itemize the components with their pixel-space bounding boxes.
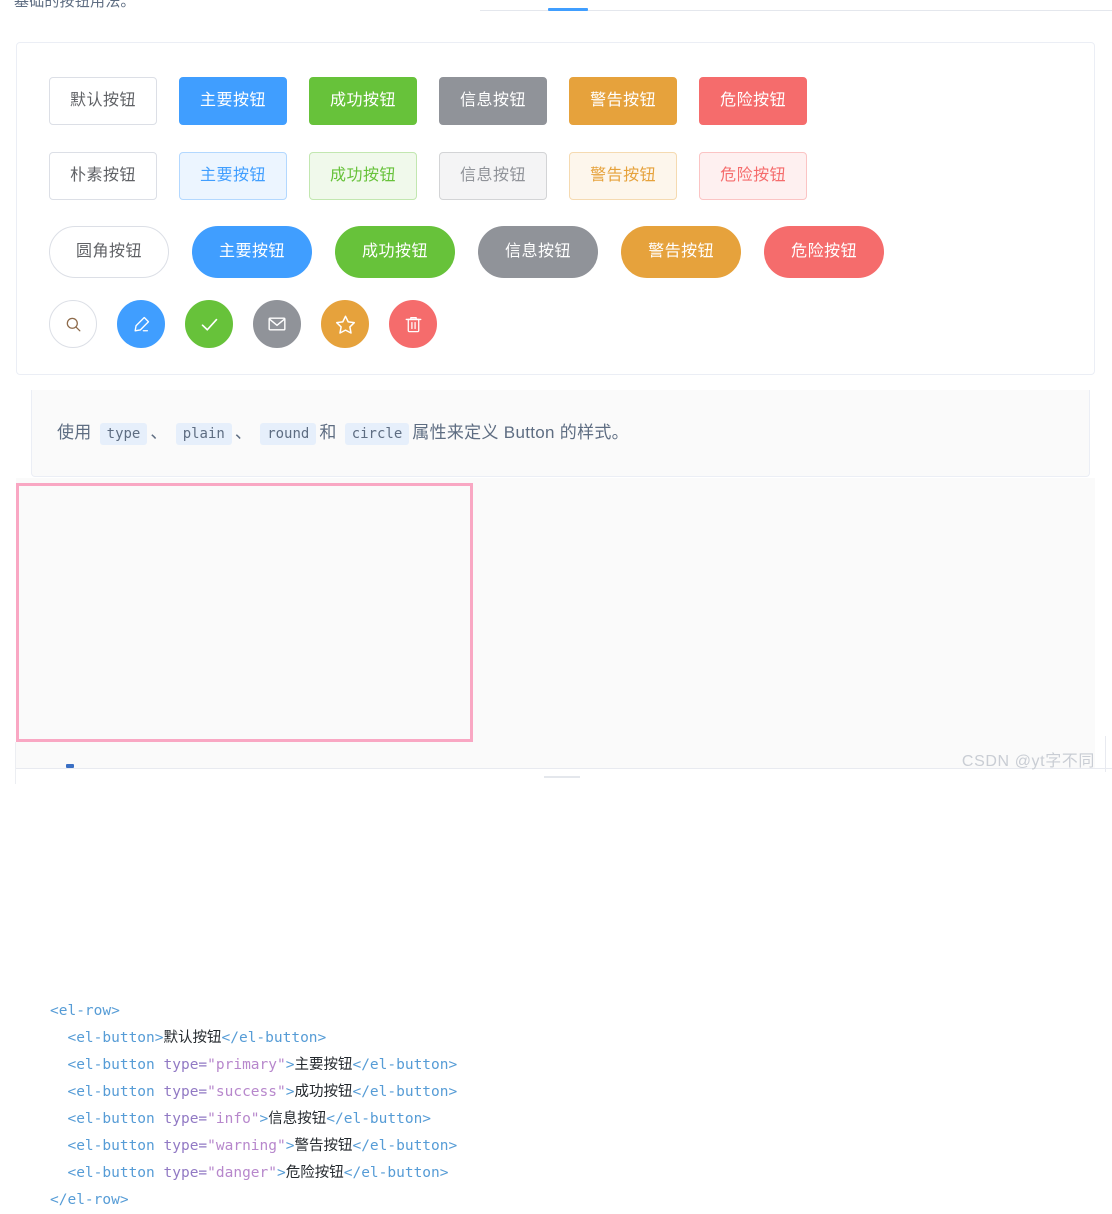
bottom-partial-text [544, 776, 580, 782]
button-circle-message[interactable] [253, 300, 301, 348]
button-circle-check[interactable] [185, 300, 233, 348]
code-token-tag: </el-button> [352, 1137, 458, 1154]
code-token-tag: > [285, 1056, 295, 1073]
code-token-text: 默认按钮 [163, 1029, 222, 1046]
code-token-tag: > [285, 1083, 295, 1100]
content-right-edge [1105, 736, 1106, 772]
code-token-attr: type= [163, 1164, 208, 1181]
code-token-tag: <el-button [67, 1110, 164, 1127]
code-token-attr: type= [163, 1137, 208, 1154]
partial-link-mark[interactable] [66, 764, 74, 768]
code-token-tag: <el-row> [50, 1002, 120, 1019]
button-round-danger[interactable]: 危险按钮 [764, 226, 885, 278]
demo-description-text: 使用 type、 plain、 round 和 circle 属性来定义 Butto… [57, 420, 629, 447]
button-circle-star[interactable] [321, 300, 369, 348]
code-sample[interactable]: <el-row> <el-button>默认按钮</el-button> <el… [50, 998, 457, 1214]
section-description-fragment: 基础的按钮用法。 [14, 0, 136, 10]
code-token-val: "info" [207, 1110, 260, 1127]
code-chip-circle: circle [344, 423, 410, 445]
button-primary[interactable]: 主要按钮 [179, 77, 288, 125]
code-token-tag: </el-button> [221, 1029, 327, 1046]
check-icon [199, 314, 220, 335]
code-chip-plain: plain [175, 423, 232, 445]
description-lead: 使用 [57, 423, 92, 442]
description-sep-1: 、 [150, 423, 168, 442]
code-token-tag: > [285, 1137, 295, 1154]
code-token-attr: type= [163, 1056, 208, 1073]
button-circle-edit[interactable] [117, 300, 165, 348]
code-token-tag: <el-button> [67, 1029, 164, 1046]
code-token-tag: </el-row> [50, 1191, 129, 1208]
button-row-plain: 朴素按钮 主要按钮 成功按钮 信息按钮 警告按钮 危险按钮 [49, 152, 829, 200]
code-token-tag: <el-button [67, 1083, 164, 1100]
button-plain-default[interactable]: 朴素按钮 [49, 152, 158, 200]
delete-icon [404, 315, 423, 334]
button-circle-delete[interactable] [389, 300, 437, 348]
button-circle-search[interactable] [49, 300, 97, 348]
button-plain-info[interactable]: 信息按钮 [439, 152, 548, 200]
code-token-tag: <el-button [67, 1056, 164, 1073]
button-info[interactable]: 信息按钮 [439, 77, 548, 125]
code-token-text: 警告按钮 [294, 1137, 353, 1154]
button-danger[interactable]: 危险按钮 [699, 77, 808, 125]
button-default[interactable]: 默认按钮 [49, 77, 158, 125]
code-token-tag: <el-button [67, 1137, 164, 1154]
button-plain-primary[interactable]: 主要按钮 [179, 152, 288, 200]
code-token-val: "danger" [207, 1164, 277, 1181]
code-token-tag: </el-button> [343, 1164, 449, 1181]
code-token-tag: > [277, 1164, 286, 1181]
watermark: CSDN @yt字不同 [961, 753, 1095, 770]
star-icon [335, 314, 356, 335]
active-tab-indicator[interactable] [548, 8, 588, 11]
code-token-tag: </el-button> [326, 1110, 432, 1127]
code-token-text: 成功按钮 [294, 1083, 353, 1100]
button-round-warning[interactable]: 警告按钮 [621, 226, 742, 278]
description-tail: 属性来定义 Button 的样式。 [412, 423, 629, 442]
code-token-val: "primary" [207, 1056, 286, 1073]
code-chip-type: type [99, 423, 148, 445]
code-token-attr: type= [163, 1083, 208, 1100]
button-plain-success[interactable]: 成功按钮 [309, 152, 418, 200]
edit-icon [132, 315, 151, 334]
code-sample-area: <el-row> <el-button>默认按钮</el-button> <el… [16, 478, 1095, 1208]
demo-description-box: 使用 type、 plain、 round 和 circle 属性来定义 Butto… [31, 390, 1090, 477]
button-plain-danger[interactable]: 危险按钮 [699, 152, 808, 200]
top-strip: 基础的按钮用法。 [0, 0, 1112, 24]
button-success[interactable]: 成功按钮 [309, 77, 418, 125]
button-row-basic: 默认按钮 主要按钮 成功按钮 信息按钮 警告按钮 危险按钮 [49, 77, 829, 125]
code-token-tag: <el-button [67, 1164, 164, 1181]
code-token-val: "warning" [207, 1137, 286, 1154]
code-token-attr: type= [163, 1110, 208, 1127]
code-token-tag: </el-button> [352, 1083, 458, 1100]
code-token-tag: > [259, 1110, 269, 1127]
code-token-text: 危险按钮 [285, 1164, 344, 1181]
button-demo-card: 默认按钮 主要按钮 成功按钮 信息按钮 警告按钮 危险按钮 朴素按钮 主要按钮 … [16, 42, 1095, 375]
search-icon [64, 315, 83, 334]
code-chip-round: round [260, 423, 317, 445]
button-round-success[interactable]: 成功按钮 [335, 226, 456, 278]
button-plain-warning[interactable]: 警告按钮 [569, 152, 678, 200]
description-conjunction: 和 [319, 423, 337, 442]
button-round-primary[interactable]: 主要按钮 [192, 226, 313, 278]
button-row-round: 圆角按钮 主要按钮 成功按钮 信息按钮 警告按钮 危险按钮 [49, 226, 907, 278]
button-round-default[interactable]: 圆角按钮 [49, 226, 170, 278]
code-token-text: 信息按钮 [268, 1110, 327, 1127]
button-round-info[interactable]: 信息按钮 [478, 226, 599, 278]
button-row-circle [49, 300, 457, 348]
code-token-text: 主要按钮 [294, 1056, 353, 1073]
code-token-val: "success" [207, 1083, 286, 1100]
description-sep-2: 、 [234, 423, 253, 442]
button-warning[interactable]: 警告按钮 [569, 77, 678, 125]
code-token-tag: </el-button> [352, 1056, 458, 1073]
message-icon [267, 314, 287, 334]
